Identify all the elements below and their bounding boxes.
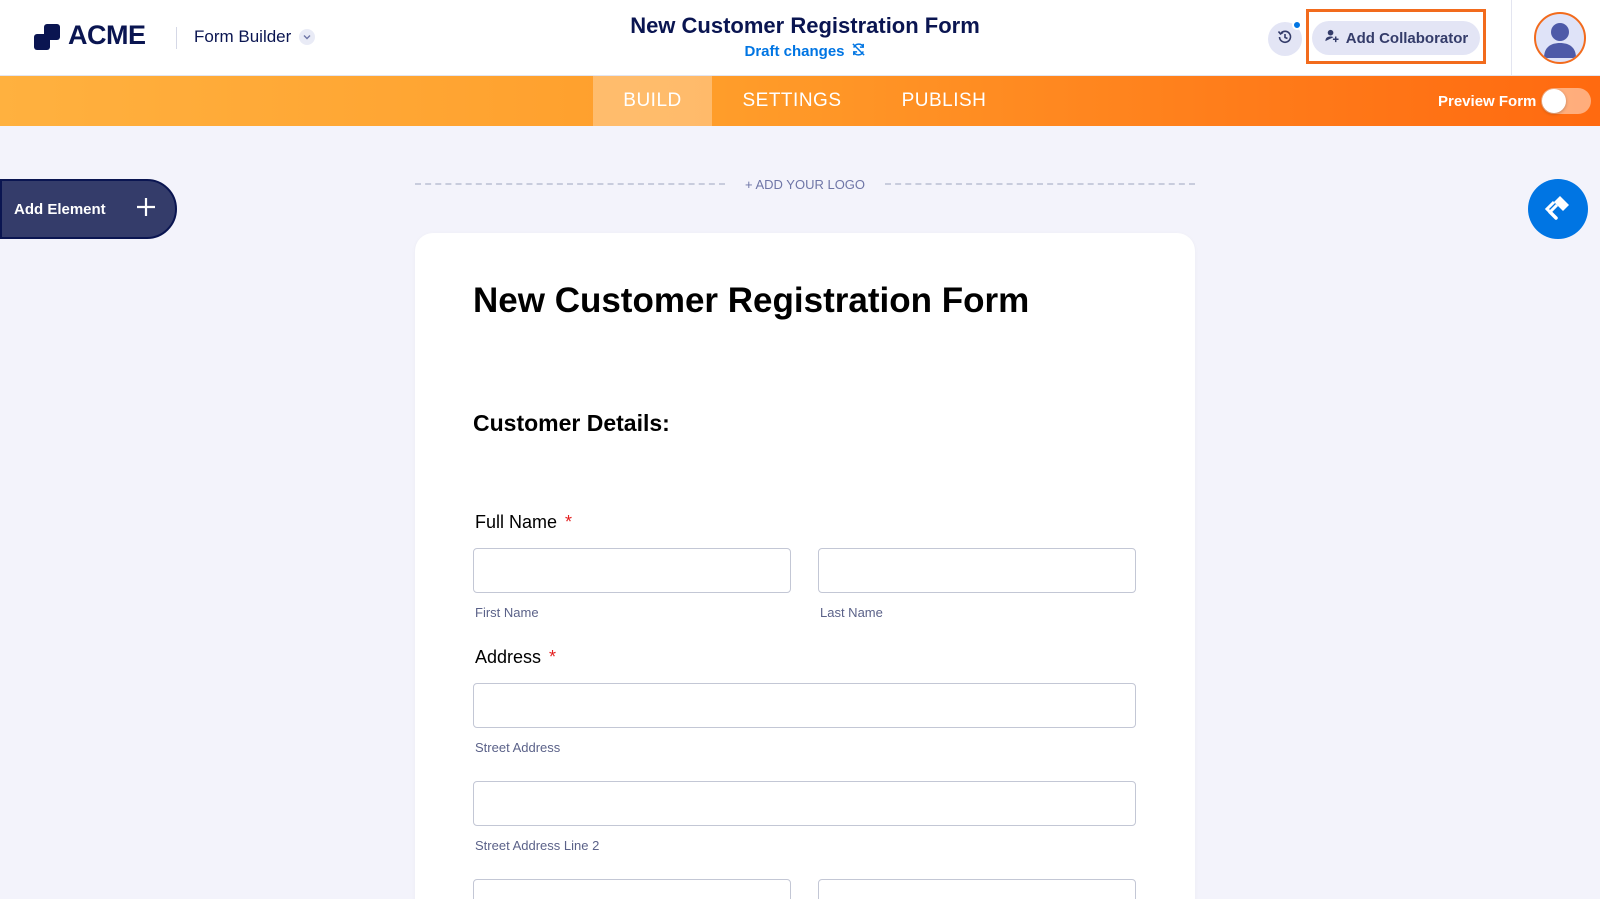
form-designer-button[interactable]	[1528, 179, 1588, 239]
header-divider	[176, 27, 177, 49]
add-collaborator-label: Add Collaborator	[1345, 29, 1469, 47]
form-card: New Customer Registration Form Customer …	[415, 233, 1195, 899]
toggle-knob	[1542, 89, 1566, 113]
app-header: ACME Form Builder New Customer Registrat…	[0, 0, 1600, 76]
section-heading[interactable]: Customer Details:	[473, 410, 670, 437]
full-name-label-text: Full Name	[475, 512, 558, 532]
app-switcher-label: Form Builder	[194, 27, 292, 46]
street-address-sublabel: Street Address	[475, 740, 561, 755]
preview-form-label: Preview Form	[1438, 93, 1537, 110]
app-switcher[interactable]: Form Builder	[194, 27, 316, 47]
acme-logo[interactable]: ACME	[34, 20, 146, 51]
tab-settings[interactable]: SETTINGS	[728, 76, 856, 126]
draft-status[interactable]: Draft changes	[744, 42, 865, 61]
user-avatar[interactable]	[1534, 12, 1586, 64]
add-logo-area: + ADD YOUR LOGO	[415, 176, 1196, 192]
state-input[interactable]	[818, 879, 1136, 899]
last-name-sublabel: Last Name	[820, 605, 883, 620]
paint-roller-icon	[1543, 192, 1573, 227]
address-label-text: Address	[475, 647, 542, 667]
logo-mark-icon	[34, 22, 62, 50]
tab-build[interactable]: BUILD	[593, 76, 712, 126]
logo-dashed-line-left	[415, 183, 725, 185]
user-icon	[1544, 23, 1576, 58]
first-name-sublabel: First Name	[475, 605, 539, 620]
history-icon	[1276, 28, 1294, 51]
address-label[interactable]: Address *	[475, 647, 556, 668]
street-address-line2-input[interactable]	[473, 781, 1136, 826]
required-mark: *	[565, 512, 573, 532]
sync-icon	[851, 42, 866, 61]
form-title-area: New Customer Registration Form Draft cha…	[560, 13, 1050, 61]
street-address-line2-sublabel: Street Address Line 2	[475, 838, 600, 853]
add-element-label: Add Element	[14, 200, 106, 218]
builder-nav-bar: BUILD SETTINGS PUBLISH Preview Form	[0, 76, 1600, 126]
preview-form-toggle[interactable]	[1541, 88, 1591, 114]
logo-text: ACME	[68, 20, 146, 50]
chevron-down-icon	[299, 29, 316, 45]
notification-dot	[1292, 20, 1302, 30]
plus-icon	[135, 196, 157, 223]
tab-publish[interactable]: PUBLISH	[884, 76, 1004, 126]
street-address-input[interactable]	[473, 683, 1136, 728]
add-user-icon	[1324, 28, 1339, 48]
first-name-input[interactable]	[473, 548, 791, 593]
last-name-input[interactable]	[818, 548, 1136, 593]
logo-dashed-line-right	[885, 183, 1196, 185]
add-collaborator-button[interactable]: Add Collaborator	[1312, 21, 1480, 55]
header-form-title[interactable]: New Customer Registration Form	[560, 13, 1050, 39]
header-divider-right	[1511, 0, 1512, 76]
full-name-label[interactable]: Full Name *	[475, 512, 572, 533]
city-input[interactable]	[473, 879, 791, 899]
add-logo-link[interactable]: + ADD YOUR LOGO	[725, 177, 885, 192]
form-heading[interactable]: New Customer Registration Form	[473, 281, 1029, 321]
required-mark: *	[549, 647, 557, 667]
add-element-button[interactable]: Add Element	[0, 179, 177, 239]
draft-status-label: Draft changes	[744, 43, 845, 60]
